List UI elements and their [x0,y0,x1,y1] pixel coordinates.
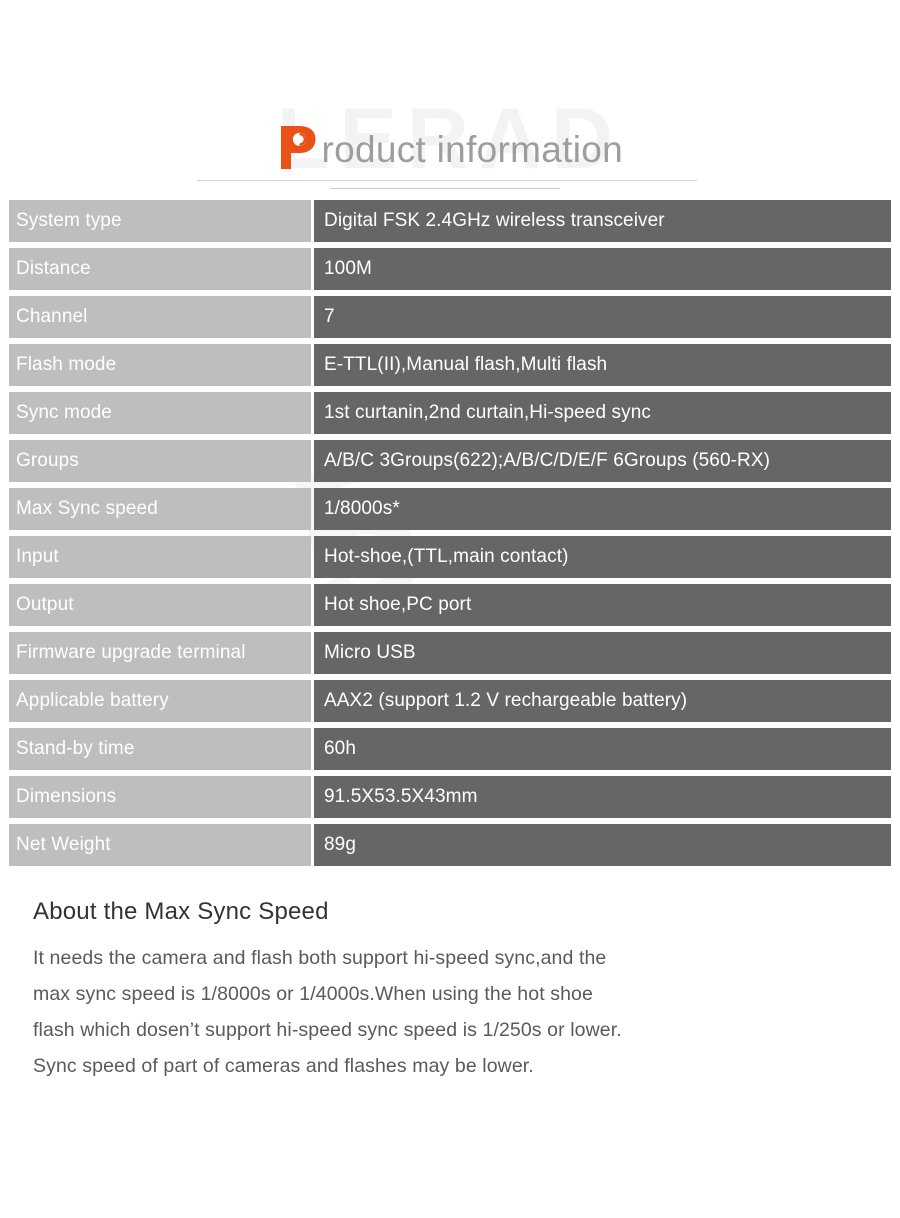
spec-label: Groups [9,440,311,482]
spec-label: Distance [9,248,311,290]
table-row: Dimensions 91.5X53.5X43mm [9,776,891,818]
spec-value: 7 [314,296,891,338]
note-line: flash which dosen’t support hi-speed syn… [33,1019,622,1041]
table-row: Input Hot-shoe,(TTL,main contact) [9,536,891,578]
table-row: Distance 100M [9,248,891,290]
table-row: Net Weight 89g [9,824,891,866]
spec-label: Sync mode [9,392,311,434]
table-row: Sync mode 1st curtanin,2nd curtain,Hi-spe… [9,392,891,434]
table-row: Flash mode E-TTL(II),Manual flash,Multi f… [9,344,891,386]
spec-label: Max Sync speed [9,488,311,530]
spec-value: E-TTL(II),Manual flash,Multi flash [314,344,891,386]
spec-value-text: 7 [324,306,335,327]
spec-value-text: 91.5X53.5X43mm [324,786,478,807]
spec-label: Firmware upgrade terminal [9,632,311,674]
spec-value: Hot shoe,PC port [314,584,891,626]
spec-value: 89g [314,824,891,866]
max-sync-speed-note: About the Max Sync Speed It needs the ca… [33,898,833,1084]
spec-value-text: Hot-shoe,(TTL,main contact) [324,546,569,567]
table-row: Max Sync speed 1/8000s* [9,488,891,530]
page-title: roduct information [0,124,900,171]
spec-label: System type [9,200,311,242]
spec-value: 100M [314,248,891,290]
table-row: Groups A/B/C 3Groups(622);A/B/C/D/E/F 6Gr… [9,440,891,482]
spec-value: Micro USB [314,632,891,674]
spec-value-text: 1st curtanin,2nd curtain,Hi-speed sync [324,402,651,423]
spec-label: Net Weight [9,824,311,866]
title-divider-long [197,180,697,181]
title-divider-short [330,188,560,189]
spec-label: Channel [9,296,311,338]
table-row: Applicable battery AAX2 (support 1.2 V r… [9,680,891,722]
spec-value-text: AAX2 (support 1.2 V rechargeable battery… [324,690,688,711]
table-row: Firmware upgrade terminal Micro USB [9,632,891,674]
spec-label: Dimensions [9,776,311,818]
brand-p-logo-icon [277,124,317,171]
spec-label: Output [9,584,311,626]
spec-value: A/B/C 3Groups(622);A/B/C/D/E/F 6Groups (… [314,440,891,482]
spec-label: Flash mode [9,344,311,386]
spec-value: 60h [314,728,891,770]
spec-value-text: Digital FSK 2.4GHz wireless transceiver [324,210,665,231]
spec-value: Hot-shoe,(TTL,main contact) [314,536,891,578]
spec-value-text: Micro USB [324,642,416,663]
table-row: System type Digital FSK 2.4GHz wireless t… [9,200,891,242]
spec-value-text: E-TTL(II),Manual flash,Multi flash [324,354,608,375]
spec-value: 1st curtanin,2nd curtain,Hi-speed sync [314,392,891,434]
spec-label: Applicable battery [9,680,311,722]
note-line: max sync speed is 1/8000s or 1/4000s.Whe… [33,983,593,1005]
spec-value-text: 89g [324,834,357,855]
spec-value: 91.5X53.5X43mm [314,776,891,818]
spec-value: 1/8000s* [314,488,891,530]
note-line: Sync speed of part of cameras and flashe… [33,1055,534,1077]
spec-value-text: 100M [324,258,372,279]
spec-value: Digital FSK 2.4GHz wireless transceiver [314,200,891,242]
spec-value-text: A/B/C 3Groups(622);A/B/C/D/E/F 6Groups (… [324,450,771,471]
spec-value: AAX2 (support 1.2 V rechargeable battery… [314,680,891,722]
spec-label: Input [9,536,311,578]
table-row: Channel 7 [9,296,891,338]
table-row: Stand-by time 60h [9,728,891,770]
table-row: Output Hot shoe,PC port [9,584,891,626]
page-header: LERAD roduct information [0,0,900,200]
spec-label: Stand-by time [9,728,311,770]
spec-value-text: Hot shoe,PC port [324,594,472,615]
note-line: It needs the camera and flash both suppo… [33,947,607,969]
spec-value-text: 60h [324,738,357,759]
specification-table: 5 System typeDigital FSK 2.4GHz wireless… [9,200,891,866]
note-heading: About the Max Sync Speed [33,898,329,925]
page-title-text: roduct information [321,129,623,170]
spec-value-text: 1/8000s* [324,498,400,519]
